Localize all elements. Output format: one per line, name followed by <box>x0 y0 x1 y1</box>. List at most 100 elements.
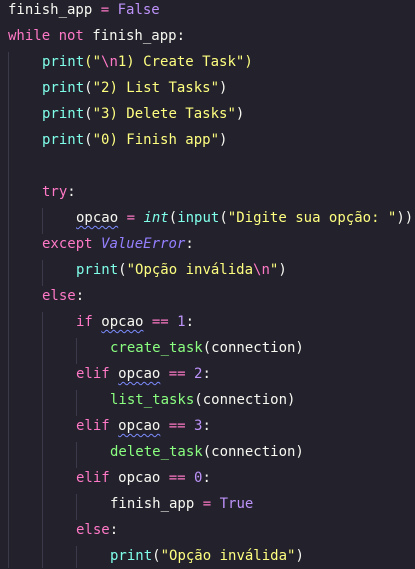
indent-guide-while <box>8 52 9 568</box>
string-digite-opcao: "Digite sua opção: " <box>227 210 397 226</box>
string-create-task: 1) Create Task <box>117 54 236 70</box>
variable-opcao: opcao <box>118 418 161 434</box>
string-delete-tasks: "3) Delete Tasks" <box>92 106 236 122</box>
function-print: print <box>76 262 119 278</box>
function-print: print <box>42 132 85 148</box>
equals-operator: == <box>160 366 195 382</box>
code-line-1[interactable]: finish_app = False <box>8 0 160 23</box>
code-line-2[interactable]: while not finish_app: <box>8 23 185 49</box>
keyword-except: except <box>42 236 93 252</box>
paren-close: ) <box>295 548 304 564</box>
keyword-elif: elif <box>76 470 110 486</box>
code-line-20[interactable]: finish_app = True <box>110 491 253 517</box>
paren-open: ( <box>219 210 228 226</box>
code-line-8[interactable]: try: <box>42 179 76 205</box>
colon: : <box>202 470 211 486</box>
keyword-if: if <box>76 314 93 330</box>
constant-true: True <box>219 496 254 512</box>
keyword-elif: elif <box>76 366 110 382</box>
keyword-try: try <box>42 184 68 200</box>
code-line-16[interactable]: list_tasks(connection) <box>110 387 295 413</box>
variable-opcao: opcao <box>76 210 119 226</box>
function-print: print <box>42 80 85 96</box>
code-editor[interactable]: finish_app = False while not finish_app:… <box>0 0 415 568</box>
colon: : <box>202 418 211 434</box>
indent-guide-else <box>42 312 43 568</box>
colon: : <box>185 236 194 252</box>
escape-newline: \n <box>253 262 270 278</box>
code-line-4[interactable]: print("2) List Tasks") <box>42 75 227 101</box>
paren-close: ) <box>278 262 287 278</box>
string-close: ") <box>235 54 253 70</box>
colon: : <box>109 522 119 538</box>
string-opcao-invalida: "Opção inválida <box>126 262 254 278</box>
call-args: (connection) <box>194 392 296 408</box>
function-list-tasks: list_tasks <box>110 392 195 408</box>
keyword-else: else <box>42 288 76 304</box>
constant-false: False <box>117 2 160 18</box>
string-open: (" <box>84 54 102 70</box>
code-line-22[interactable]: print("Opção inválida") <box>110 543 304 569</box>
function-print: print <box>110 548 153 564</box>
variable-opcao: opcao <box>118 470 161 486</box>
code-line-9[interactable]: opcao = int(input("Digite sua opção: ")) <box>76 205 413 231</box>
paren-open: ( <box>84 80 93 96</box>
keyword-else: else <box>76 522 110 538</box>
code-line-18[interactable]: delete_task(connection) <box>110 439 304 465</box>
variable-opcao: opcao <box>118 366 161 382</box>
string-list-tasks: "2) List Tasks" <box>92 80 220 96</box>
colon: : <box>75 288 85 304</box>
paren-open: ( <box>152 548 161 564</box>
code-line-11[interactable]: print("Opção inválida\n") <box>76 257 287 283</box>
code-line-10[interactable]: except ValueError: <box>42 231 194 257</box>
indent-guide-inner-else <box>76 546 77 568</box>
builtin-int: int <box>143 210 169 226</box>
code-line-15[interactable]: elif opcao == 2: <box>76 361 211 387</box>
equals-operator: == <box>160 470 195 486</box>
escape-newline: \n <box>101 54 118 70</box>
paren-close: ) <box>235 106 245 122</box>
equals-operator: == <box>143 314 178 330</box>
paren-open: ( <box>84 132 93 148</box>
colon: : <box>185 314 195 330</box>
variable-finish-app: finish_app <box>110 496 195 512</box>
string-finish-app: "0) Finish app" <box>92 132 220 148</box>
variable-finish-app: finish_app <box>8 2 93 18</box>
function-delete-task: delete_task <box>110 444 203 460</box>
assign-operator: = <box>118 210 144 226</box>
number-literal: 1 <box>177 314 186 330</box>
equals-operator: == <box>160 418 195 434</box>
code-line-6[interactable]: print("0) Finish app") <box>42 127 227 153</box>
function-input: input <box>177 210 220 226</box>
function-print: print <box>42 106 85 122</box>
class-value-error: ValueError <box>101 236 186 252</box>
paren-open: ( <box>118 262 127 278</box>
code-line-19[interactable]: elif opcao == 0: <box>76 465 211 491</box>
paren-close: ) <box>219 132 228 148</box>
call-args: (connection) <box>202 340 304 356</box>
code-line-5[interactable]: print("3) Delete Tasks") <box>42 101 244 127</box>
assign-operator: = <box>194 496 220 512</box>
code-line-12[interactable]: else: <box>42 283 84 309</box>
code-line-14[interactable]: create_task(connection) <box>110 335 304 361</box>
code-line-3[interactable]: print("\n1) Create Task") <box>42 49 253 75</box>
code-line-13[interactable]: if opcao == 1: <box>76 309 194 335</box>
function-create-task: create_task <box>110 340 203 356</box>
colon: : <box>67 184 76 200</box>
variable-opcao: opcao <box>101 314 144 330</box>
paren-open: ( <box>168 210 178 226</box>
code-line-21[interactable]: else: <box>76 517 118 543</box>
paren-close: ) <box>219 80 228 96</box>
paren-open: ( <box>84 106 93 122</box>
while-condition: finish_app: <box>83 28 186 44</box>
assign-operator: = <box>92 2 118 18</box>
keyword-elif: elif <box>76 418 110 434</box>
call-args: (connection) <box>202 444 304 460</box>
function-print: print <box>42 54 85 70</box>
keyword-while-not: while not <box>8 28 84 44</box>
string-opcao-invalida: "Opção inválida" <box>160 548 296 564</box>
colon: : <box>202 366 211 382</box>
code-line-17[interactable]: elif opcao == 3: <box>76 413 211 439</box>
paren-close: )) <box>396 210 414 226</box>
